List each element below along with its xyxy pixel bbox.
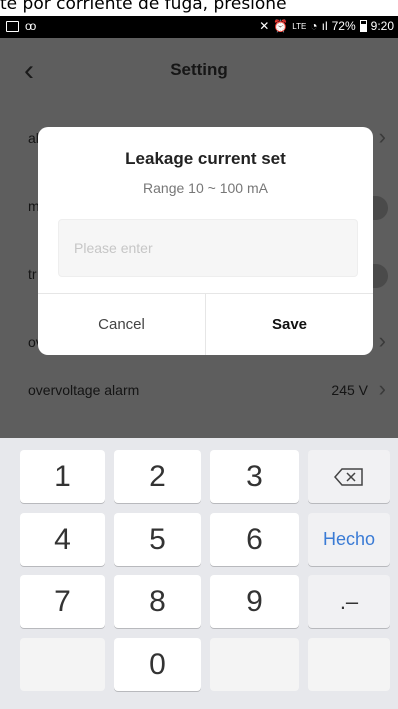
chevron-right-icon: › (378, 328, 386, 353)
key-5[interactable]: 5 (114, 513, 201, 566)
key-0[interactable]: 0 (114, 638, 201, 691)
row-label: tr (28, 266, 37, 282)
dialog-title: Leakage current set (125, 149, 286, 168)
lte-icon: LTE (292, 21, 307, 31)
caption-strip: te por corriente de fuga, presione (0, 0, 398, 16)
nav-bar: ‹ Setting (0, 38, 398, 103)
clock: 9:20 (370, 19, 394, 33)
battery-icon (359, 20, 367, 32)
dialog-range-text: Range 10 ~ 100 mA (143, 180, 268, 196)
cancel-button[interactable]: Cancel (38, 294, 206, 355)
status-bar: oo ✕ ⏰ LTE ◔ ıl 72% 9:20 (0, 16, 398, 38)
blank-key (210, 638, 299, 691)
dialog-actions: Cancel Save (38, 293, 373, 355)
key-8[interactable]: 8 (114, 575, 201, 628)
key-6[interactable]: 6 (210, 513, 299, 566)
key-9[interactable]: 9 (210, 575, 299, 628)
battery-percent: 72% (331, 19, 356, 33)
backspace-icon (334, 467, 363, 486)
signal-icon: ıl (321, 19, 328, 33)
key-4[interactable]: 4 (20, 513, 105, 566)
wifi-icon: ◔ (310, 19, 318, 33)
gallery-icon (6, 20, 19, 32)
blank-key (20, 638, 105, 691)
symbol-key[interactable]: .– (308, 575, 390, 628)
backspace-key[interactable] (308, 450, 390, 503)
alarm-icon: ⏰ (273, 19, 289, 33)
done-button[interactable]: Hecho (308, 513, 390, 566)
numeric-keyboard: 1 2 3 4 5 6 Hecho 7 8 9 .– 0 (0, 438, 398, 709)
caption-text: te por corriente de fuga, presione (0, 0, 287, 14)
row-value: 245 V (331, 382, 368, 398)
row-label: overvoltage alarm (28, 382, 140, 398)
voicemail-icon: oo (25, 19, 36, 33)
key-2[interactable]: 2 (114, 450, 201, 503)
settings-row-overvoltage[interactable]: overvoltage alarm 245 V › (0, 358, 398, 426)
save-button[interactable]: Save (206, 294, 373, 355)
blank-key (308, 638, 390, 691)
key-7[interactable]: 7 (20, 575, 105, 628)
leakage-current-dialog: Leakage current set Range 10 ~ 100 mA Ca… (38, 127, 373, 355)
chevron-right-icon: › (378, 124, 386, 149)
key-3[interactable]: 3 (210, 450, 299, 503)
vibrate-icon: ✕ (259, 19, 270, 33)
page-title: Setting (170, 60, 228, 79)
key-1[interactable]: 1 (20, 450, 105, 503)
leakage-current-input[interactable] (58, 219, 358, 277)
chevron-right-icon: › (378, 376, 386, 401)
